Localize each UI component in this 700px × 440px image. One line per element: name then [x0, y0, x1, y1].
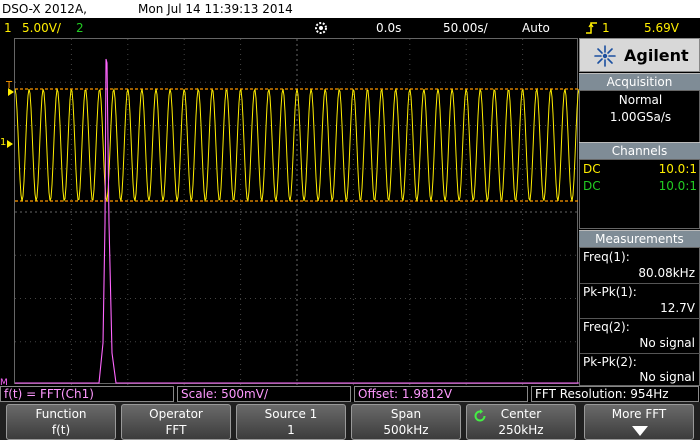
info-row: f(t) = FFT(Ch1) Scale: 500mV/ Offset: 1.…: [0, 386, 700, 402]
gear-icon: [314, 21, 328, 35]
math-function-info: f(t) = FFT(Ch1): [0, 386, 174, 402]
softkey-value: FFT: [165, 423, 187, 437]
softkey-value: 250kHz: [498, 423, 544, 437]
softkey-label: Operator: [149, 407, 203, 421]
softkey-label: Function: [35, 407, 87, 421]
sample-rate: 1.00GSa/s: [609, 110, 672, 124]
softkey-source1[interactable]: Source 1 1: [236, 404, 346, 440]
side-panel: Agilent Acquisition Normal 1.00GSa/s Cha…: [579, 38, 700, 386]
softkey-label: More FFT: [611, 407, 667, 421]
graticule: [15, 39, 579, 385]
ch2-coupling: DC: [583, 179, 601, 193]
trigger-mode[interactable]: Auto: [522, 18, 550, 38]
channel-row-2: DC 10.0:1: [580, 179, 700, 195]
brand-logo: Agilent: [579, 38, 700, 72]
meas-divider: [580, 353, 700, 354]
time-scale[interactable]: 50.00s/: [443, 18, 488, 38]
softkey-span[interactable]: Span 500kHz: [351, 404, 461, 440]
ch2-probe: 10.0:1: [658, 179, 697, 193]
status-bar: 1 5.00V/ 2 0.0s 50.00s/ Auto 1 5.69V: [0, 18, 700, 38]
math-offset-info[interactable]: Offset: 1.9812V: [354, 386, 528, 402]
meas-freq2-label: Freq(2):: [583, 320, 630, 334]
meas-freq1-value: 80.08kHz: [638, 266, 695, 280]
acquisition-mode: Normal: [618, 93, 663, 107]
softkey-center[interactable]: Center 250kHz: [466, 404, 576, 440]
arrow-down-icon: [632, 426, 648, 436]
ch1-coupling: DC: [583, 162, 601, 176]
acquisition-section: Normal 1.00GSa/s: [579, 90, 700, 146]
trigger-level[interactable]: 5.69V: [644, 18, 679, 38]
ch1-ground-arrow: [7, 140, 13, 148]
softkey-operator[interactable]: Operator FFT: [121, 404, 231, 440]
softkey-label: Source 1: [264, 407, 318, 421]
softkey-value: 1: [287, 423, 295, 437]
measurements-header[interactable]: Measurements: [579, 230, 700, 247]
meas-freq2-value: No signal: [639, 336, 695, 350]
brand-name: Agilent: [624, 46, 689, 65]
softkey-label: Span: [390, 407, 422, 421]
channel-row-1: DC 10.0:1: [580, 162, 700, 178]
waveform-display[interactable]: [14, 38, 579, 385]
ch1-probe: 10.0:1: [658, 162, 697, 176]
time-reference[interactable]: 0.0s: [376, 18, 401, 38]
agilent-spark-icon: [594, 45, 616, 67]
softkey-label: Center: [500, 407, 542, 421]
meas-pkpk2-value: No signal: [639, 370, 695, 384]
meas-divider: [580, 318, 700, 319]
meas-pkpk1-value: 12.7V: [660, 301, 695, 315]
ch1-ground-marker[interactable]: 1: [0, 137, 6, 148]
date-time: Mon Jul 14 11:39:13 2014: [138, 2, 293, 16]
ch1-scale[interactable]: 5.00V/: [22, 18, 61, 38]
meas-divider: [580, 283, 700, 284]
softkey-function[interactable]: Function f(t): [6, 404, 116, 440]
fft-resolution-info: FFT Resolution: 954Hz: [531, 386, 699, 402]
trigger-channel: 1: [602, 21, 610, 35]
meas-freq1-label: Freq(1):: [583, 250, 630, 264]
title-bar: DSO-X 2012A, Mon Jul 14 11:39:13 2014: [0, 0, 700, 18]
ch2-number[interactable]: 2: [76, 18, 84, 38]
measurements-section: Freq(1): 80.08kHz Pk-Pk(1): 12.7V Freq(2…: [579, 247, 700, 386]
math-scale-info[interactable]: Scale: 500mV/: [177, 386, 351, 402]
meas-pkpk1-label: Pk-Pk(1):: [583, 285, 637, 299]
model-name: DSO-X 2012A,: [2, 2, 87, 16]
channels-header[interactable]: Channels: [579, 142, 700, 159]
softkey-value: 500kHz: [383, 423, 429, 437]
softkey-more-fft[interactable]: More FFT: [584, 404, 694, 440]
softkey-value: f(t): [51, 423, 71, 437]
acquisition-header[interactable]: Acquisition: [579, 73, 700, 90]
channels-section: DC 10.0:1 DC 10.0:1: [579, 159, 700, 229]
softkey-bar: Function f(t) Operator FFT Source 1 1 Sp…: [0, 402, 700, 440]
ch1-number[interactable]: 1: [4, 18, 12, 38]
meas-pkpk2-label: Pk-Pk(2):: [583, 355, 637, 369]
